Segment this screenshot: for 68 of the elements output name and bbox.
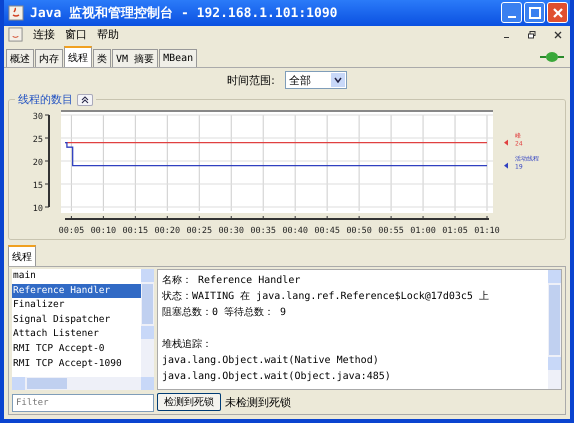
tab[interactable]: 线程 <box>64 46 92 67</box>
app-icon <box>8 4 24 21</box>
deadlock-status: 未检测到死锁 <box>225 394 291 410</box>
menu-item[interactable]: 窗口 <box>65 27 87 42</box>
tab[interactable]: MBean <box>159 49 198 67</box>
thread-detail-line: 状态：WAITING 在 java.lang.ref.Reference$Lock@17d03c5 上 <box>162 291 489 302</box>
x-tick-label: 00:05 <box>58 226 84 236</box>
x-tick-label: 00:50 <box>346 226 372 236</box>
tab[interactable]: 内存 <box>35 49 63 67</box>
tab[interactable]: 概述 <box>6 49 34 67</box>
thread-list-item[interactable]: Reference Handler <box>12 284 141 298</box>
thread-list-item[interactable]: RMI TCP Accept-1090 <box>12 356 141 372</box>
time-range-dropdown[interactable]: 全部 <box>284 71 347 89</box>
x-tick-label: 01:05 <box>442 226 468 236</box>
maximize-button[interactable] <box>524 2 545 24</box>
restore-icon <box>528 30 536 39</box>
y-tick-label: 30 <box>32 112 43 122</box>
x-tick-label: 00:40 <box>282 226 308 236</box>
detect-deadlock-button[interactable]: 检测到死锁 <box>157 393 221 411</box>
tab[interactable]: 线程 <box>8 245 36 266</box>
y-tick-label: 15 <box>32 181 43 191</box>
x-tick-label: 00:20 <box>154 226 180 236</box>
minimize-icon <box>504 37 508 38</box>
stack-trace-line: java.lang.Object.wait(Native Method) <box>162 355 379 366</box>
double-chevron-up-icon <box>81 96 89 104</box>
thread-list-item[interactable]: Finalizer <box>12 298 141 313</box>
x-tick-label: 00:25 <box>186 226 212 236</box>
x-tick-label: 00:10 <box>90 226 116 236</box>
menu-item[interactable]: 连接 <box>33 27 55 42</box>
x-tick-label: 01:00 <box>410 226 436 236</box>
thread-list-item[interactable]: Signal Dispatcher <box>12 312 141 328</box>
tab[interactable]: VM 摘要 <box>112 49 158 67</box>
stack-trace-label: 堆栈追踪： <box>162 339 212 350</box>
y-tick-label: 10 <box>32 204 43 214</box>
thread-detail-line: 阻塞总数：0 等待总数： 9 <box>162 307 286 318</box>
scrollbar[interactable] <box>141 269 154 377</box>
chart-title: 线程的数目 <box>18 92 73 107</box>
menu-item[interactable]: 帮助 <box>97 27 119 42</box>
x-tick-label: 01:10 <box>474 226 500 236</box>
y-tick-label: 25 <box>32 135 43 145</box>
maximize-icon <box>528 6 540 19</box>
stack-trace-line: java.lang.Object.wait(Object.java:485) <box>162 371 391 382</box>
thread-list-item[interactable]: Attach Listener <box>12 327 141 342</box>
close-button[interactable] <box>547 2 568 24</box>
marker-icon <box>504 140 508 146</box>
close-icon <box>554 30 562 39</box>
app-icon <box>8 27 23 42</box>
minimize-button[interactable] <box>501 2 522 24</box>
x-tick-label: 00:15 <box>122 226 148 236</box>
connection-plug-icon <box>540 51 564 63</box>
close-icon <box>552 6 564 19</box>
thread-detail-line: 名称： Reference Handler <box>162 275 300 286</box>
scrollbar[interactable] <box>548 270 561 389</box>
thread-list-item[interactable]: RMI TCP Accept-0 <box>12 342 141 357</box>
x-tick-label: 00:55 <box>378 226 404 236</box>
time-range-label: 时间范围: <box>227 72 275 88</box>
collapse-button[interactable] <box>77 94 93 106</box>
x-tick-label: 00:35 <box>250 226 276 236</box>
tab[interactable]: 类 <box>93 49 111 67</box>
x-tick-label: 00:30 <box>218 226 244 236</box>
y-tick-label: 20 <box>32 158 43 168</box>
x-tick-label: 00:45 <box>314 226 340 236</box>
window-title: Java 监视和管理控制台 - 192.168.1.101:1090 <box>30 4 338 22</box>
filter-field[interactable]: Filter <box>12 394 154 412</box>
thread-list-item[interactable]: main <box>12 269 141 284</box>
scrollbar[interactable] <box>12 377 154 390</box>
marker-icon <box>504 162 508 169</box>
minimize-icon <box>508 16 516 18</box>
